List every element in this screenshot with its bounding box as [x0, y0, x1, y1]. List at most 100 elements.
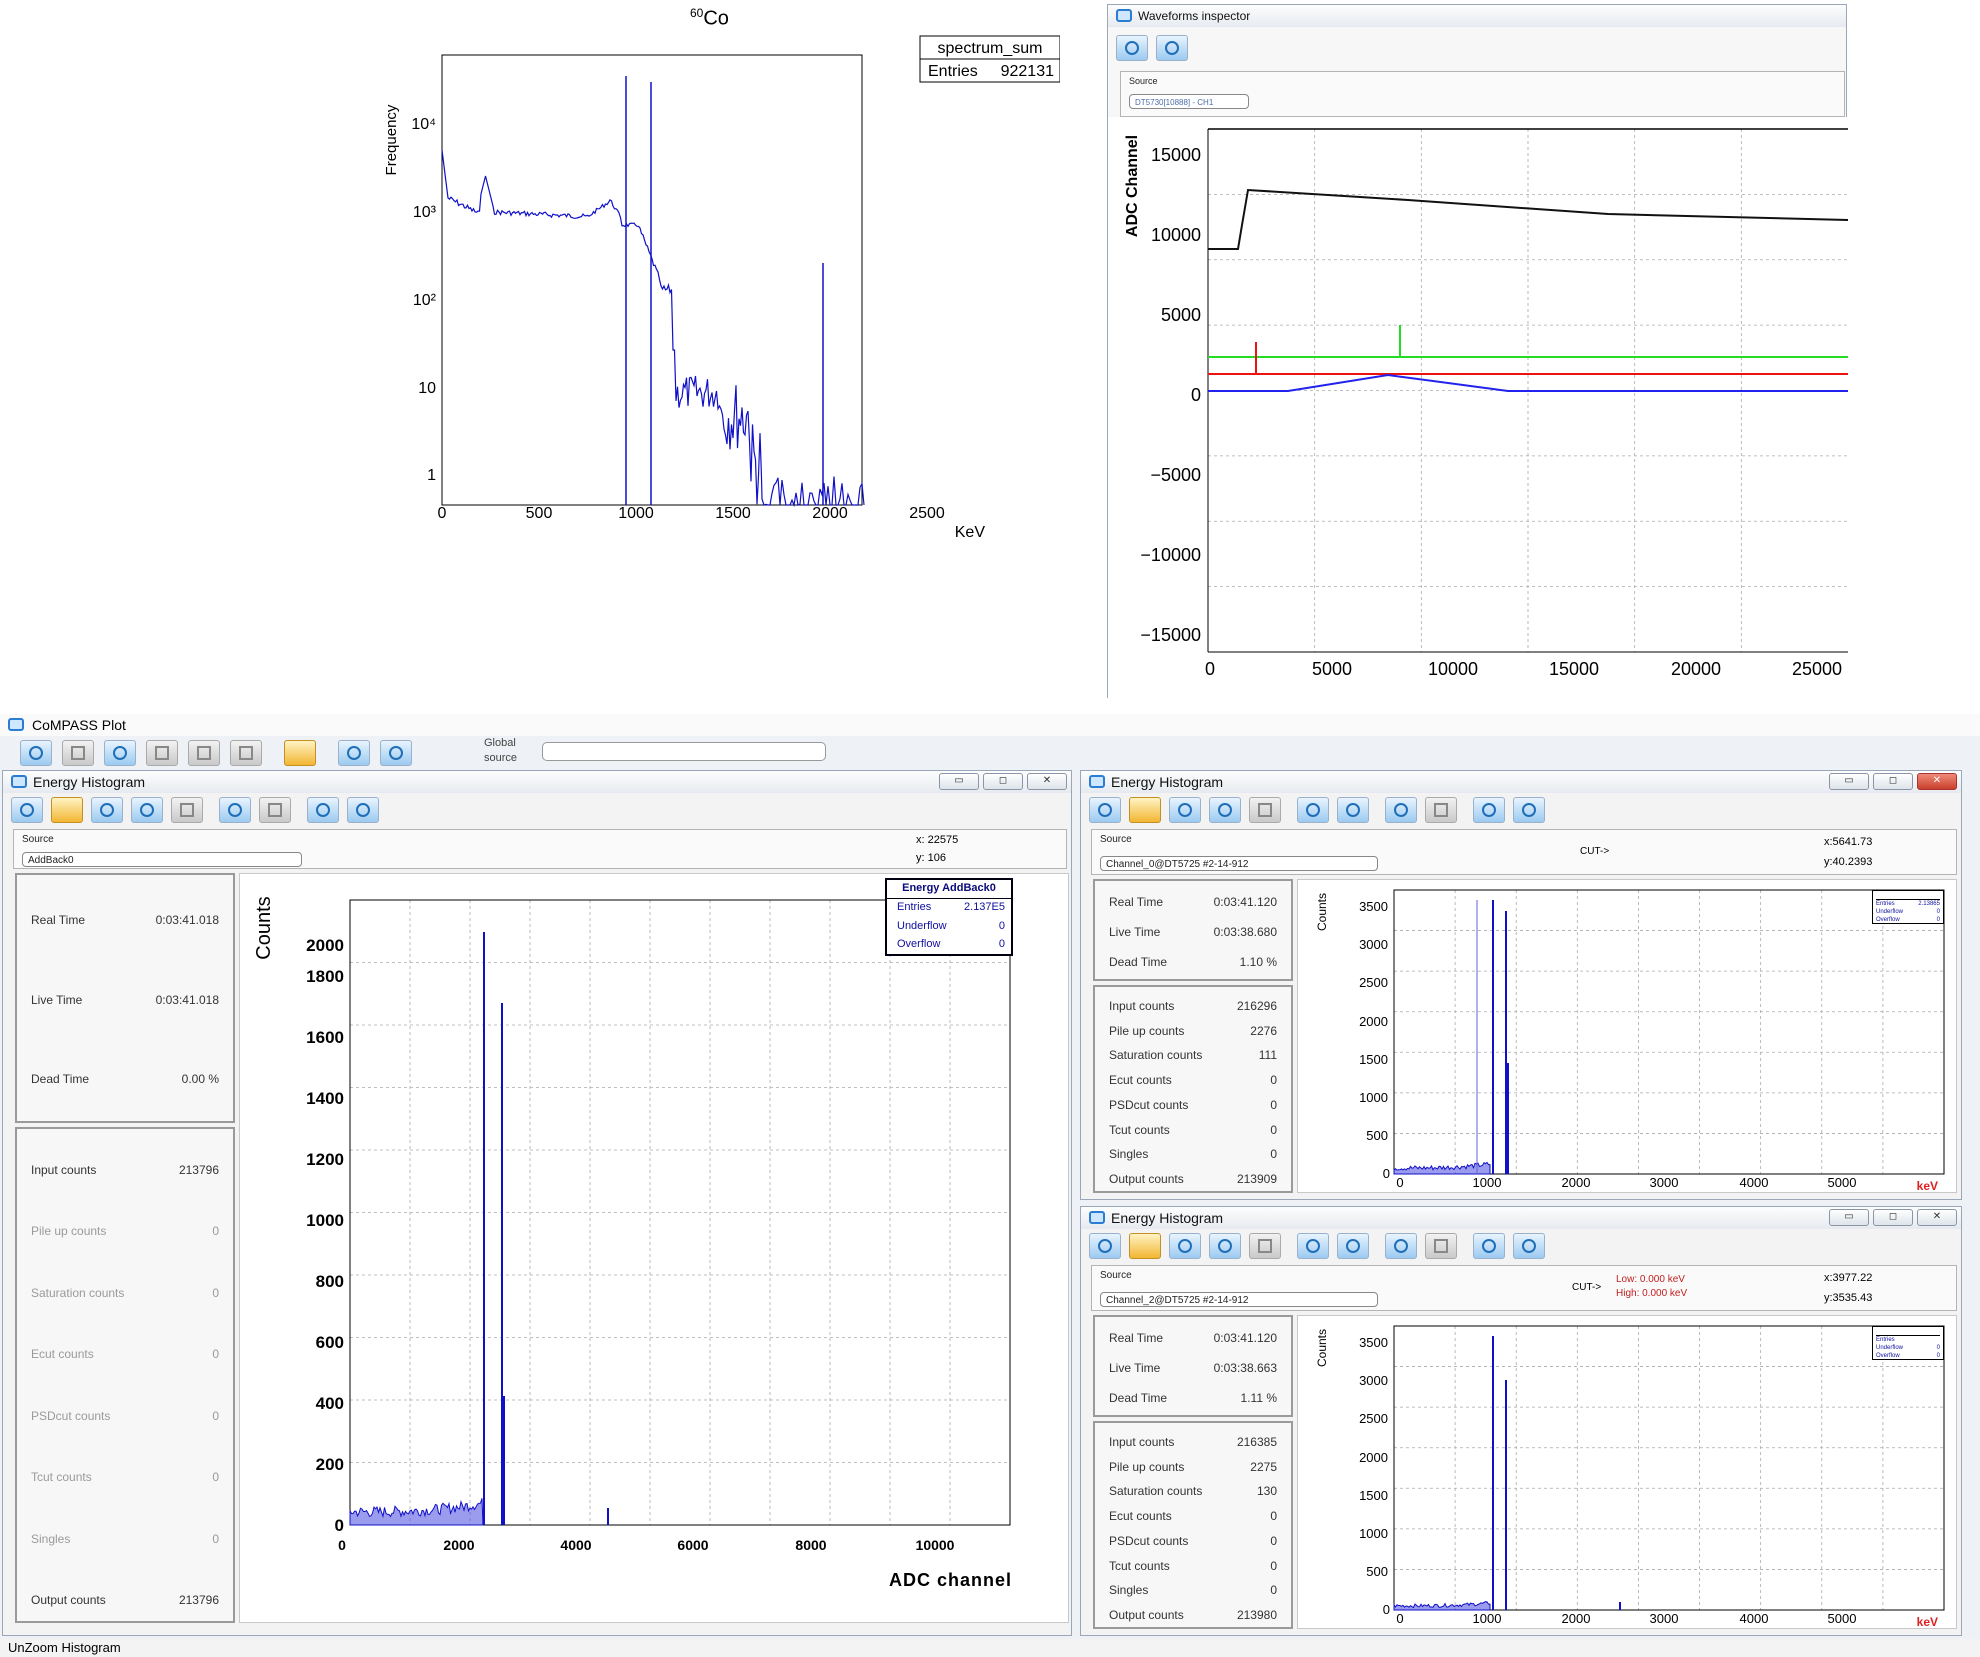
zoom-icon[interactable] [1169, 797, 1201, 823]
zoom-icon[interactable] [1156, 35, 1188, 61]
addback-plot-panel[interactable]: Counts ADC channel 0 200 400 600 800 100… [239, 873, 1069, 1623]
ch0-cursor-y: y:40.2393 [1824, 856, 1873, 868]
image-plot-icon[interactable] [146, 740, 178, 766]
y-tick: 3000 [1359, 937, 1388, 952]
ch0-source-box: Source Channel_0@DT5725 #2-14-912 CUT-> … [1091, 829, 1957, 875]
refresh-icon[interactable] [11, 797, 43, 823]
zoom-icon[interactable] [91, 797, 123, 823]
log-scale-icon[interactable] [1209, 1233, 1241, 1259]
camera-icon[interactable] [1473, 797, 1505, 823]
open-folder-icon[interactable] [1129, 1233, 1161, 1259]
y-tick: 0 [1383, 1602, 1390, 1617]
ch0-source-input[interactable]: Channel_0@DT5725 #2-14-912 [1100, 856, 1378, 871]
addback-ylabel: Counts [253, 896, 275, 959]
global-source-input[interactable] [542, 742, 826, 761]
ch0-time-panel: Real Time 0:03:41.120 Live Time 0:03:38.68… [1093, 879, 1293, 981]
ch2-toolbar [1089, 1233, 1545, 1261]
cut-icon[interactable] [1297, 797, 1329, 823]
log-scale-icon[interactable] [1209, 797, 1241, 823]
export-icon[interactable] [1513, 797, 1545, 823]
scissors-icon[interactable] [1385, 1233, 1417, 1259]
cut-clear-icon[interactable] [1425, 797, 1457, 823]
ch2-plot-panel[interactable]: Counts keV 0 500 1000 1500 2000 2500 300… [1297, 1315, 1957, 1629]
energy-histogram-ch0-window[interactable]: Energy Histogram ▭ ◻ ✕ Source Channel_0@DT… [1080, 770, 1962, 1200]
waveforms-source-input[interactable]: DT5730[10888] - CH1 [1129, 94, 1249, 109]
open-folder-icon[interactable] [51, 797, 83, 823]
close-button[interactable]: ✕ [1917, 1209, 1957, 1226]
ch0-plot-panel[interactable]: Counts keV 0 500 1000 1500 2000 2500 300… [1297, 879, 1957, 1193]
cut-clear-icon[interactable] [259, 797, 291, 823]
maximize-button[interactable]: ◻ [983, 773, 1023, 790]
cut-clear-icon[interactable] [1425, 1233, 1457, 1259]
line-plot-icon[interactable] [20, 740, 52, 766]
ch2-cursor-y: y:3535.43 [1824, 1292, 1873, 1304]
refresh-icon[interactable] [1089, 797, 1121, 823]
cascade-windows-icon[interactable] [380, 740, 412, 766]
waveforms-inspector-window[interactable]: Waveforms inspector Source DT5730[10888]… [1107, 4, 1848, 699]
ch0-stats-box: Entries 2.13865 Underflow 0 Overflow 0 [1872, 890, 1944, 924]
refresh-icon[interactable] [1089, 1233, 1121, 1259]
x-tick: 1000 [1473, 1611, 1502, 1626]
log-scale-icon[interactable] [131, 797, 163, 823]
waveform-icon[interactable] [230, 740, 262, 766]
ch2-yticks: 0 500 1000 1500 2000 2500 3000 3500 [1359, 1335, 1390, 1617]
addback-grid [350, 900, 1010, 1525]
list-icon[interactable] [188, 740, 220, 766]
addback-titlebar[interactable]: Energy Histogram ▭ ◻ ✕ [3, 771, 1071, 793]
peak-fit-icon[interactable] [1249, 1233, 1281, 1259]
ch0-plot: Counts keV 0 500 1000 1500 2000 2500 300… [1315, 889, 1945, 1193]
compass-titlebar[interactable]: CoMPASS Plot [0, 714, 1980, 736]
camera-icon[interactable] [1473, 1233, 1505, 1259]
x-tick: 4000 [1740, 1611, 1769, 1626]
export-icon[interactable] [347, 797, 379, 823]
y-tick: 10000 [1151, 225, 1201, 245]
x-tick: 1000 [618, 505, 654, 522]
tile-windows-icon[interactable] [338, 740, 370, 766]
ch2-stats-box: Entries Underflow 0 Overflow 0 [1872, 1326, 1944, 1360]
cut-select-icon[interactable] [1337, 1233, 1369, 1259]
y-tick: 400 [316, 1394, 344, 1413]
peak-fit-icon[interactable] [1249, 797, 1281, 823]
peak-fit-icon[interactable] [171, 797, 203, 823]
addback-title: Energy Histogram [33, 774, 146, 790]
energy-histogram-addback-window[interactable]: Energy Histogram ▭ ◻ ✕ Source AddBack0 x: … [2, 770, 1072, 1636]
maximize-button[interactable]: ◻ [1873, 773, 1913, 790]
minimize-button[interactable]: ▭ [939, 773, 979, 790]
cut-select-icon[interactable] [1337, 797, 1369, 823]
y-tick: 3000 [1359, 1373, 1388, 1388]
open-folder-icon[interactable] [1129, 797, 1161, 823]
x-tick: 15000 [1549, 659, 1599, 679]
addback-source-input[interactable]: AddBack0 [22, 852, 302, 867]
camera-icon[interactable] [307, 797, 339, 823]
cut-icon[interactable] [1297, 1233, 1329, 1259]
maximize-button[interactable]: ◻ [1873, 1209, 1913, 1226]
open-folder-icon[interactable] [284, 740, 316, 766]
ch2-cut-low: Low: 0.000 keV [1616, 1274, 1685, 1285]
minimize-button[interactable]: ▭ [1829, 1209, 1869, 1226]
scatter-plot-icon[interactable] [104, 740, 136, 766]
refresh-icon[interactable] [1116, 35, 1148, 61]
ch2-titlebar[interactable]: Energy Histogram ▭ ◻ ✕ [1081, 1207, 1961, 1229]
y-tick: 500 [1366, 1128, 1388, 1143]
compass-plot-window[interactable]: CoMPASS Plot Global source Energy Histog… [0, 714, 1980, 1657]
waveforms-titlebar[interactable]: Waveforms inspector [1108, 5, 1846, 27]
ch0-cursor-x: x:5641.73 [1824, 836, 1873, 848]
cut-icon[interactable] [219, 797, 251, 823]
export-icon[interactable] [1513, 1233, 1545, 1259]
ch2-source-input[interactable]: Channel_2@DT5725 #2-14-912 [1100, 1292, 1378, 1307]
ch0-titlebar[interactable]: Energy Histogram ▭ ◻ ✕ [1081, 771, 1961, 793]
stats-row: Entries 2.137E5 [897, 901, 1005, 913]
x-tick: 4000 [1740, 1175, 1769, 1190]
zoom-icon[interactable] [1169, 1233, 1201, 1259]
scissors-icon[interactable] [1385, 797, 1417, 823]
y-tick: 10³ [413, 204, 437, 221]
close-button[interactable]: ✕ [1917, 773, 1957, 790]
energy-histogram-ch2-window[interactable]: Energy Histogram ▭ ◻ ✕ Source Channel_2@DT… [1080, 1206, 1962, 1636]
ch2-counts-panel: Input counts 216385 Pile up counts 2275 Sa… [1093, 1421, 1293, 1629]
close-button[interactable]: ✕ [1027, 773, 1067, 790]
y-tick: 0 [1383, 1166, 1390, 1181]
bar-plot-icon[interactable] [62, 740, 94, 766]
ch0-title: Energy Histogram [1111, 774, 1224, 790]
minimize-button[interactable]: ▭ [1829, 773, 1869, 790]
x-tick: 0 [1205, 659, 1215, 679]
